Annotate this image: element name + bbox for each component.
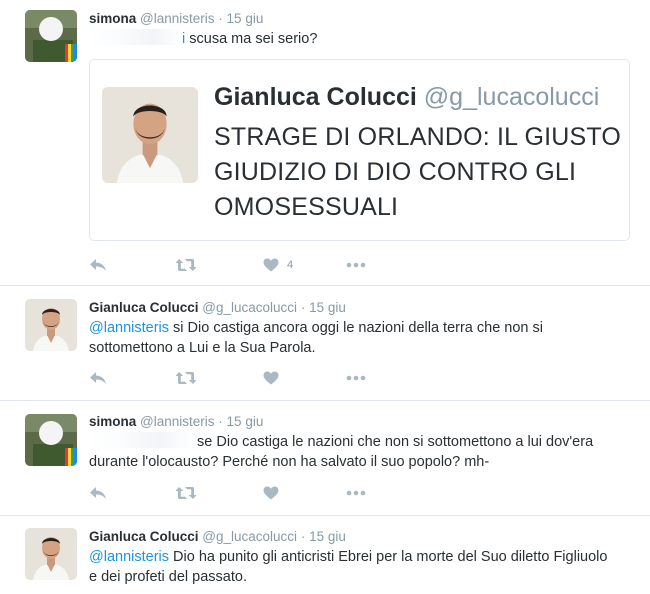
tweet-body-line2: durante l'olocausto? Perché non ha salva… — [89, 454, 490, 470]
author-name[interactable]: simona — [89, 414, 136, 429]
retweet-button[interactable] — [175, 370, 197, 386]
author-handle[interactable]: @lannisteris — [140, 11, 214, 26]
tweet-header: Gianluca Colucci @g_lucacolucci · 15 giu — [89, 529, 346, 544]
author-handle[interactable]: @lannisteris — [140, 414, 214, 429]
retweet-icon — [175, 258, 197, 272]
quoted-author-name: Gianluca Colucci — [214, 83, 417, 111]
quoted-author-handle: @g_lucacolucci — [423, 83, 600, 111]
separator-dot: · — [300, 529, 306, 544]
tweet-1[interactable]: simona @lannisteris · 15 giu i scusa ma … — [0, 0, 650, 285]
tweet-text: i scusa ma sei serio? — [89, 29, 634, 49]
tweet-text: @lannisteris Dio ha punito gli anticrist… — [89, 547, 634, 587]
tweet-text: se Dio castiga le nazioni che non si sot… — [89, 432, 634, 472]
author-name[interactable]: simona — [89, 11, 136, 26]
more-button[interactable] — [346, 485, 366, 501]
more-icon — [346, 375, 366, 381]
tweet-3[interactable]: simona @lannisteris · 15 giu se Dio cast… — [0, 401, 650, 515]
like-icon — [263, 371, 279, 385]
author-handle[interactable]: @g_lucacolucci — [202, 529, 297, 544]
tweet-body-line1: si Dio castiga ancora oggi le nazioni de… — [169, 320, 543, 336]
mention-link[interactable]: @lannisteris — [89, 320, 169, 336]
tweet-header: simona @lannisteris · 15 giu — [89, 11, 263, 26]
retweet-button[interactable] — [175, 485, 197, 501]
more-button[interactable] — [346, 257, 366, 273]
retweet-button[interactable] — [175, 257, 197, 273]
reply-button[interactable] — [89, 370, 107, 386]
tweet-2[interactable]: Gianluca Colucci @g_lucacolucci · 15 giu… — [0, 286, 650, 400]
like-button[interactable] — [263, 370, 279, 386]
reply-button[interactable] — [89, 485, 107, 501]
tweet-4[interactable]: Gianluca Colucci @g_lucacolucci · 15 giu… — [0, 516, 650, 594]
like-icon — [263, 486, 279, 500]
tweet-body-line1: se Dio castiga le nazioni che non si sot… — [193, 434, 594, 450]
separator-dot: · — [218, 414, 223, 429]
avatar-simona[interactable] — [25, 414, 77, 466]
reply-icon — [89, 486, 107, 500]
tweet-date[interactable]: 15 giu — [227, 11, 264, 26]
avatar-simona[interactable] — [25, 10, 77, 62]
tweet-body-line1: Dio ha punito gli anticristi Ebrei per l… — [169, 549, 608, 565]
reply-icon — [89, 371, 107, 385]
quoted-avatar — [102, 87, 198, 183]
tweet-date[interactable]: 15 giu — [309, 300, 346, 315]
reply-icon — [89, 258, 107, 272]
more-icon — [346, 262, 366, 268]
separator-dot: · — [300, 300, 306, 315]
retweet-icon — [175, 371, 197, 385]
like-icon — [263, 258, 279, 272]
tweet-body: scusa ma sei serio? — [185, 31, 318, 47]
more-button[interactable] — [346, 370, 366, 386]
more-icon — [346, 490, 366, 496]
tweet-date[interactable]: 15 giu — [227, 414, 264, 429]
author-name[interactable]: Gianluca Colucci — [89, 300, 199, 315]
redacted-mention — [89, 432, 193, 448]
author-handle[interactable]: @g_lucacolucci — [202, 300, 297, 315]
quoted-text: STRAGE DI ORLANDO: IL GIUSTO GIUDIZIO DI… — [214, 123, 622, 221]
retweet-icon — [175, 486, 197, 500]
like-button[interactable]: 4 — [263, 257, 293, 273]
tweet-body-line2: sottomettono a Lui e la Sua Parola. — [89, 340, 316, 356]
tweet-text: @lannisteris si Dio castiga ancora oggi … — [89, 318, 634, 358]
quoted-header: Gianluca Colucci @g_lucacolucci — [214, 83, 599, 112]
tweet-header: Gianluca Colucci @g_lucacolucci · 15 giu — [89, 300, 346, 315]
tweet-body-line2: e dei profeti del passato. — [89, 569, 247, 585]
mention-link[interactable]: @lannisteris — [89, 549, 169, 565]
separator-dot: · — [218, 11, 223, 26]
tweet-date[interactable]: 15 giu — [309, 529, 346, 544]
author-name[interactable]: Gianluca Colucci — [89, 529, 199, 544]
like-count: 4 — [287, 259, 294, 271]
reply-button[interactable] — [89, 257, 107, 273]
like-button[interactable] — [263, 485, 279, 501]
tweet-header: simona @lannisteris · 15 giu — [89, 414, 263, 429]
avatar-gianluca[interactable] — [25, 528, 77, 580]
avatar-gianluca[interactable] — [25, 299, 77, 351]
redacted-mention — [89, 29, 182, 45]
quoted-tweet[interactable]: Gianluca Colucci @g_lucacolucci STRAGE D… — [89, 59, 630, 241]
